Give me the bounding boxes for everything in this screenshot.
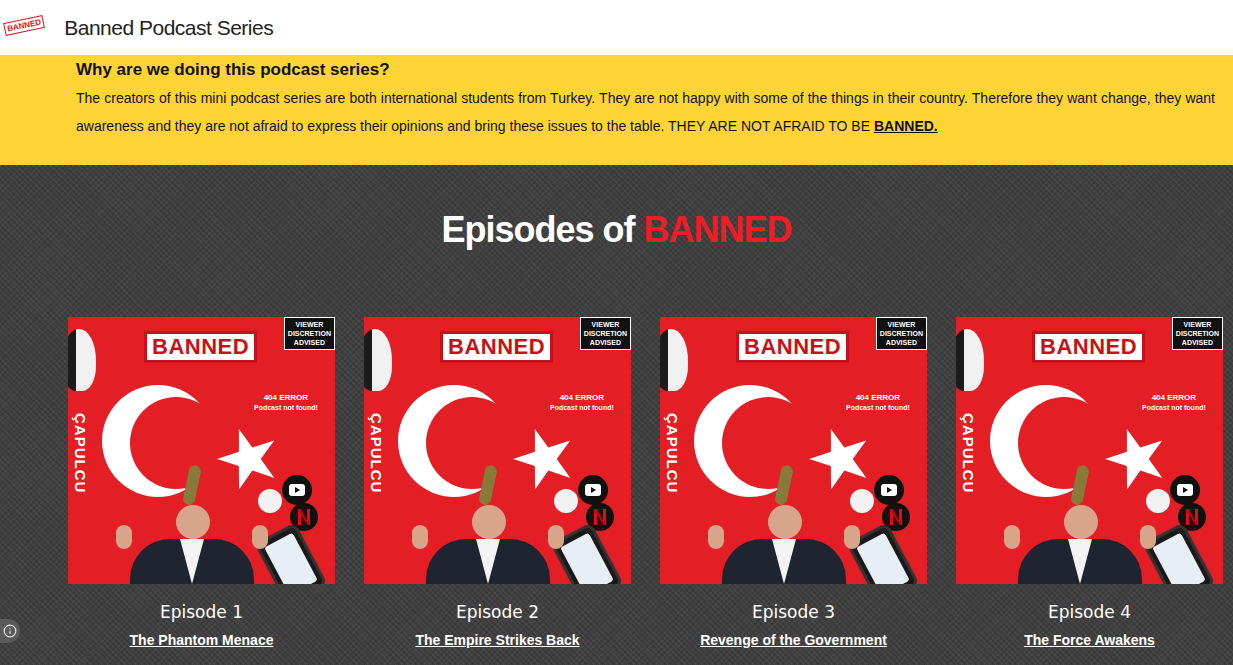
penguin-icon <box>660 329 688 391</box>
cover-error: 404 ERRORPodcast not found! <box>1142 393 1206 412</box>
youtube-icon <box>282 475 312 505</box>
star-icon <box>1104 425 1168 489</box>
cover-warning: VIEWERDISCRETIONADVISED <box>1172 317 1223 350</box>
episode-card: BANNED VIEWERDISCRETIONADVISED 404 ERRORPo… <box>68 317 335 649</box>
penguin-icon <box>68 329 96 391</box>
penguin-icon <box>364 329 392 391</box>
episode-link[interactable]: Revenge of the Government <box>700 631 887 649</box>
wikipedia-icon <box>258 489 282 513</box>
cover-warning: VIEWERDISCRETIONADVISED <box>284 317 335 350</box>
episode-cover[interactable]: BANNED VIEWERDISCRETIONADVISED 404 ERRORPo… <box>364 317 631 584</box>
crescent-cut <box>722 397 814 489</box>
cover-side-text: ÇAPULCU <box>664 413 681 493</box>
episode-list: BANNED VIEWERDISCRETIONADVISED 404 ERRORPo… <box>0 317 1233 649</box>
star-icon <box>512 425 576 489</box>
crescent-cut <box>1018 397 1110 489</box>
episode-link[interactable]: The Empire Strikes Back <box>415 631 579 649</box>
site-title[interactable]: Banned Podcast Series <box>64 16 273 40</box>
star-icon <box>808 425 872 489</box>
cover-warning: VIEWERDISCRETIONADVISED <box>876 317 927 350</box>
person-hand <box>548 525 564 549</box>
person-hand <box>844 525 860 549</box>
intro-emphasis: BANNED. <box>874 118 938 134</box>
episode-label: Episode 1 <box>160 601 243 623</box>
wikipedia-icon <box>850 489 874 513</box>
person-head <box>1064 505 1098 539</box>
episodes-heading: Episodes of BANNED <box>0 207 1233 253</box>
crescent-cut <box>130 397 222 489</box>
episode-link[interactable]: The Force Awakens <box>1024 631 1155 649</box>
intro-heading: Why are we doing this podcast series? <box>76 59 1215 81</box>
crescent-cut <box>426 397 518 489</box>
cover-stamp: BANNED <box>440 331 553 363</box>
youtube-icon <box>874 475 904 505</box>
person-head <box>472 505 506 539</box>
person-hand <box>116 525 132 549</box>
episode-label: Episode 3 <box>752 601 835 623</box>
cover-stamp: BANNED <box>736 331 849 363</box>
cover-stamp: BANNED <box>1032 331 1145 363</box>
info-icon <box>3 624 17 638</box>
cover-error: 404 ERRORPodcast not found! <box>550 393 614 412</box>
person-head <box>176 505 210 539</box>
wikipedia-icon <box>554 489 578 513</box>
site-header: BANNED Banned Podcast Series <box>0 0 1233 55</box>
cover-side-text: ÇAPULCU <box>72 413 89 493</box>
episode-cover[interactable]: BANNED VIEWERDISCRETIONADVISED 404 ERRORPo… <box>68 317 335 584</box>
episode-link[interactable]: The Phantom Menace <box>130 631 274 649</box>
penguin-icon <box>956 329 984 391</box>
episode-label: Episode 2 <box>456 601 539 623</box>
page: BANNED Banned Podcast Series Why are we do… <box>0 0 1233 665</box>
cover-stamp: BANNED <box>144 331 257 363</box>
episode-card: BANNED VIEWERDISCRETIONADVISED 404 ERRORPo… <box>956 317 1223 649</box>
person-hand <box>708 525 724 549</box>
star-icon <box>216 425 280 489</box>
person-hand <box>1004 525 1020 549</box>
cover-error: 404 ERRORPodcast not found! <box>846 393 910 412</box>
intro-section: Why are we doing this podcast series? The… <box>0 55 1233 165</box>
cover-side-text: ÇAPULCU <box>368 413 385 493</box>
person-hand <box>412 525 428 549</box>
cover-warning: VIEWERDISCRETIONADVISED <box>580 317 631 350</box>
episode-card: BANNED VIEWERDISCRETIONADVISED 404 ERRORPo… <box>660 317 927 649</box>
episodes-section: Episodes of BANNED BANNED VIEWERDISCRETION… <box>0 165 1233 665</box>
cover-error: 404 ERRORPodcast not found! <box>254 393 318 412</box>
wikipedia-icon <box>1146 489 1170 513</box>
youtube-icon <box>1170 475 1200 505</box>
episode-cover[interactable]: BANNED VIEWERDISCRETIONADVISED 404 ERRORPo… <box>956 317 1223 584</box>
person-hand <box>1140 525 1156 549</box>
intro-text: The creators of this mini podcast series… <box>76 84 1215 140</box>
person-head <box>768 505 802 539</box>
youtube-icon <box>578 475 608 505</box>
site-logo[interactable]: BANNED <box>3 15 45 36</box>
episode-cover[interactable]: BANNED VIEWERDISCRETIONADVISED 404 ERRORPo… <box>660 317 927 584</box>
person-hand <box>252 525 268 549</box>
episode-card: BANNED VIEWERDISCRETIONADVISED 404 ERRORPo… <box>364 317 631 649</box>
episode-label: Episode 4 <box>1048 601 1131 623</box>
cover-side-text: ÇAPULCU <box>960 413 977 493</box>
